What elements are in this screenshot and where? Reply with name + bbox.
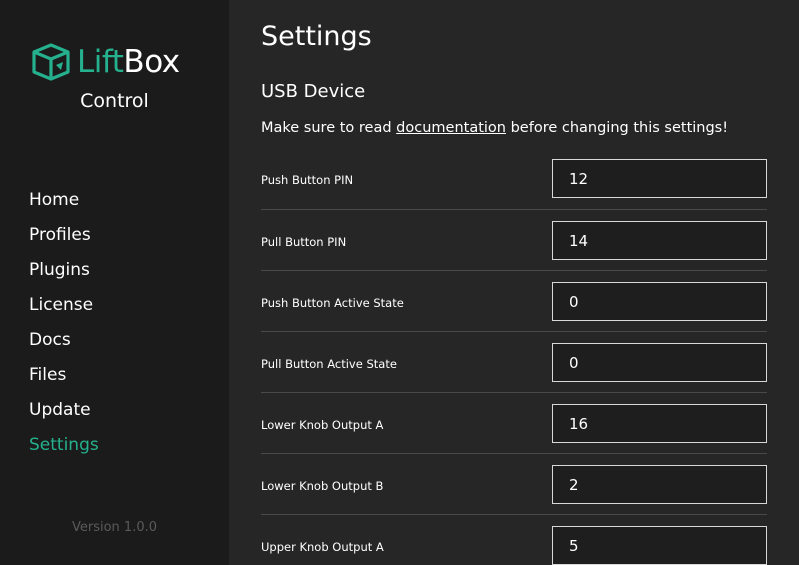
- note-text-after: before changing this settings!: [505, 120, 729, 136]
- box-logo-icon: [32, 43, 70, 81]
- sidebar: LiftBox Control Home Profiles Plugins Li…: [0, 0, 229, 565]
- note-text-before: Make sure to read: [261, 120, 397, 136]
- nav-item-settings[interactable]: Settings: [29, 432, 99, 467]
- setting-row-push-button-active-state: Push Button Active State: [261, 270, 767, 331]
- lower-knob-output-b-input[interactable]: [552, 465, 767, 504]
- pull-button-active-state-input[interactable]: [552, 343, 767, 382]
- setting-label: Pull Button Active State: [261, 357, 397, 371]
- setting-row-upper-knob-output-a: Upper Knob Output A: [261, 514, 767, 565]
- sidebar-nav: Home Profiles Plugins License Docs Files…: [29, 187, 99, 467]
- push-button-pin-input[interactable]: [552, 159, 767, 198]
- setting-row-pull-button-active-state: Pull Button Active State: [261, 331, 767, 392]
- section-title: USB Device: [261, 81, 366, 102]
- version-label: Version 1.0.0: [71, 520, 157, 535]
- nav-item-files[interactable]: Files: [29, 362, 99, 397]
- setting-label: Pull Button PIN: [261, 235, 347, 249]
- settings-warning-note: Make sure to read documentation before c…: [261, 118, 728, 138]
- logo-text: LiftBox: [77, 42, 180, 82]
- push-button-active-state-input[interactable]: [552, 282, 767, 321]
- nav-item-update[interactable]: Update: [29, 397, 99, 432]
- setting-label: Push Button Active State: [261, 296, 404, 310]
- documentation-link[interactable]: documentation: [396, 120, 506, 136]
- upper-knob-output-a-input[interactable]: [552, 526, 767, 565]
- logo-text-lift: Lift: [77, 44, 124, 80]
- settings-list: Push Button PIN Pull Button PIN Push But…: [261, 148, 767, 565]
- logo-text-box: Box: [123, 44, 180, 80]
- nav-item-profiles[interactable]: Profiles: [29, 222, 99, 257]
- logo: LiftBox: [30, 42, 180, 82]
- lower-knob-output-a-input[interactable]: [552, 404, 767, 443]
- nav-item-home[interactable]: Home: [29, 187, 99, 222]
- setting-row-lower-knob-output-a: Lower Knob Output A: [261, 392, 767, 453]
- setting-label: Push Button PIN: [261, 173, 354, 187]
- setting-row-lower-knob-output-b: Lower Knob Output B: [261, 453, 767, 514]
- main-content: Settings USB Device Make sure to read do…: [261, 0, 767, 565]
- setting-label: Lower Knob Output B: [261, 479, 384, 493]
- app-window: LiftBox Control Home Profiles Plugins Li…: [0, 0, 799, 565]
- nav-item-docs[interactable]: Docs: [29, 327, 99, 362]
- nav-item-license[interactable]: License: [29, 292, 99, 327]
- setting-label: Lower Knob Output A: [261, 418, 384, 432]
- setting-label: Upper Knob Output A: [261, 540, 384, 554]
- nav-item-plugins[interactable]: Plugins: [29, 257, 99, 292]
- logo-subtitle: Control: [80, 90, 149, 112]
- pull-button-pin-input[interactable]: [552, 221, 767, 260]
- page-title: Settings: [261, 21, 372, 52]
- setting-row-push-button-pin: Push Button PIN: [261, 148, 767, 209]
- setting-row-pull-button-pin: Pull Button PIN: [261, 209, 767, 270]
